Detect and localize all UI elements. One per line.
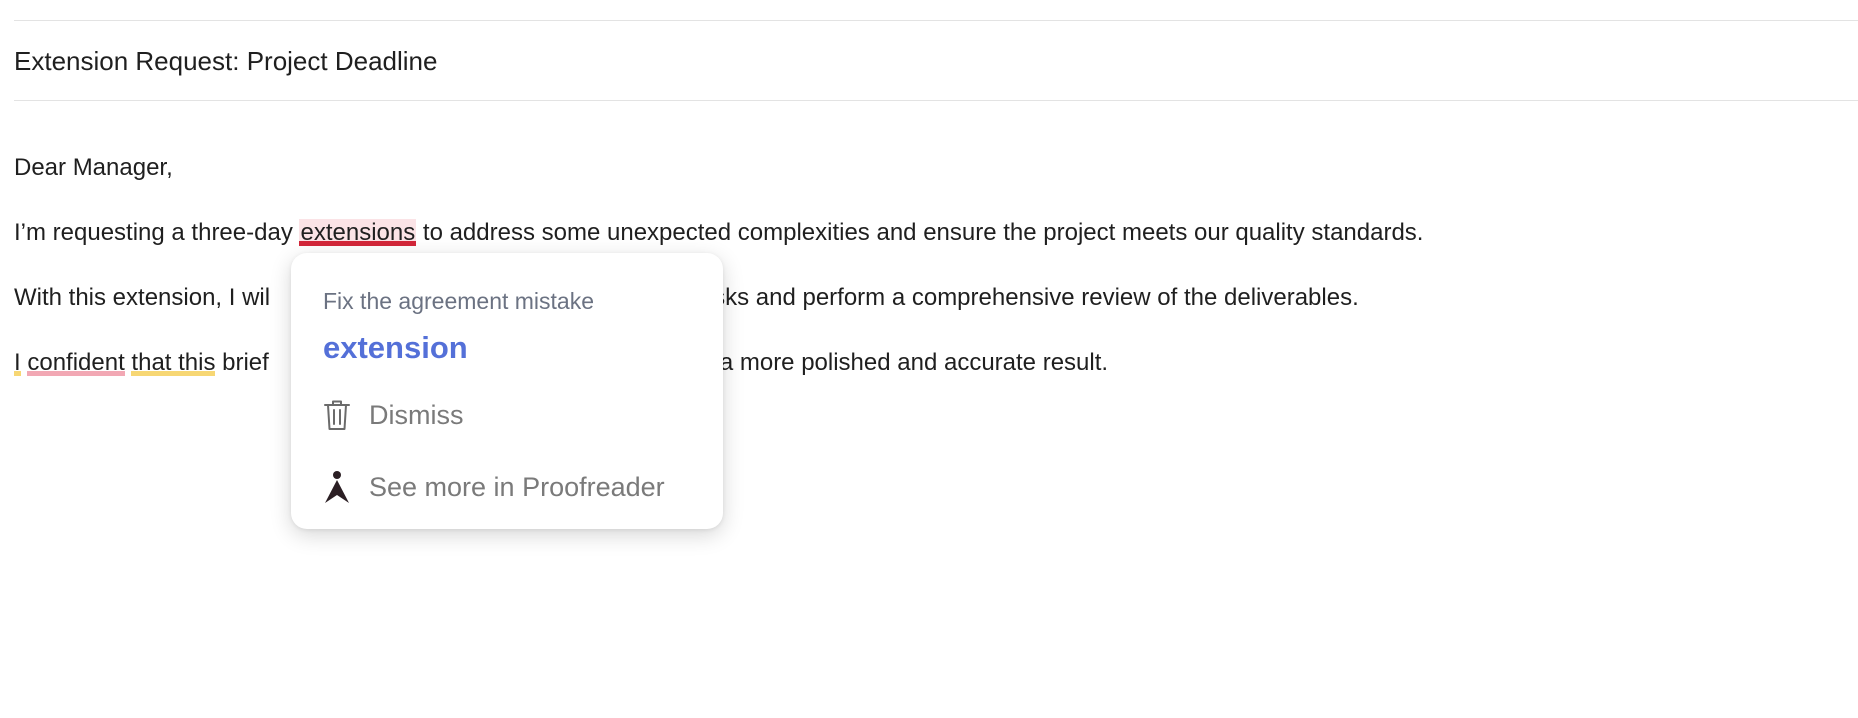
paragraph-2-end: sks and perform a comprehensive review o… [713,284,1359,311]
subject-divider [14,100,1858,101]
trash-icon [319,397,355,433]
flagged-word-confident[interactable]: confident [27,349,124,376]
email-subject: Extension Request: Project Deadline [14,46,438,76]
flagged-phrase-that-this[interactable]: that this [131,349,215,376]
proofreader-icon [319,469,355,505]
apply-suggestion-button[interactable]: extension [323,328,468,368]
flagged-word-extensions[interactable]: extensions [299,219,417,246]
flagged-word-i[interactable]: I [14,349,21,376]
see-more-proofreader-label: See more in Proofreader [369,471,665,502]
paragraph-3-brief: brief [215,349,269,376]
dismiss-label: Dismiss [369,399,464,430]
paragraph-3-end: or a more polished and accurate result. [691,349,1109,376]
greeting-line: Dear Manager, [14,154,173,181]
paragraph-1-after: to address some unexpected complexities … [416,219,1424,246]
top-divider [14,20,1858,21]
suggestion-heading: Fix the agreement mistake [323,288,595,314]
paragraph-2-start: With this extension, I wil [14,284,271,311]
paragraph-1-before: I’m requesting a three-day [14,219,300,246]
see-more-proofreader-button[interactable]: See more in Proofreader [319,463,665,511]
dismiss-button[interactable]: Dismiss [319,391,464,439]
suggestion-popup: Fix the agreement mistake extension Dism… [291,253,723,529]
